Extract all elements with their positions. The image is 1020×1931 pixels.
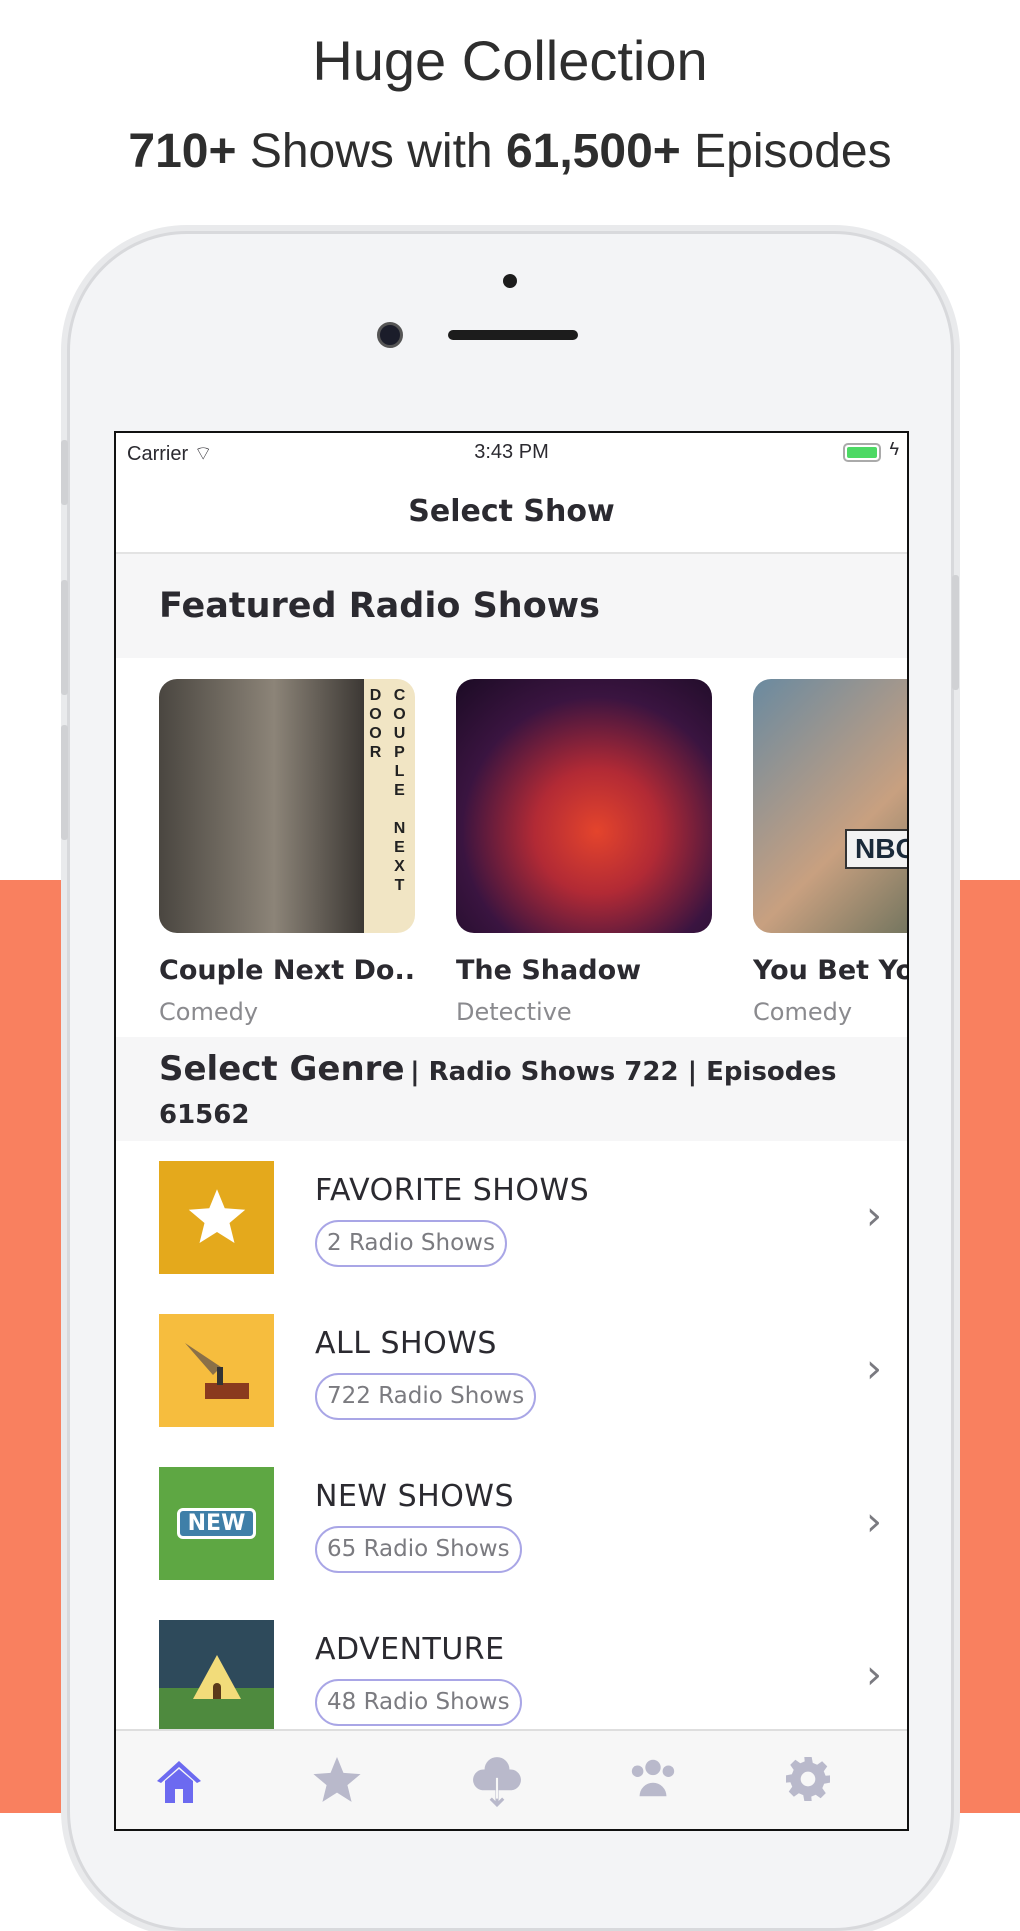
phone-button bbox=[61, 580, 68, 695]
speaker bbox=[448, 330, 578, 340]
phone-button bbox=[61, 440, 68, 505]
phone-button bbox=[61, 725, 68, 840]
app-screen: Carrier ⌔ 3:43 PM ϟ Select Show Featured… bbox=[114, 431, 909, 1831]
genre-row-all[interactable]: ALL SHOWS 722 Radio Shows › bbox=[116, 1294, 907, 1447]
tab-downloads[interactable] bbox=[470, 1757, 530, 1808]
show-title: Couple Next Do... bbox=[159, 955, 415, 986]
show-count-badge: 2 Radio Shows bbox=[315, 1220, 507, 1267]
phone-button bbox=[952, 575, 959, 690]
camera bbox=[377, 322, 403, 348]
show-genre: Detective bbox=[456, 998, 572, 1026]
genre-row-new[interactable]: NEW NEW SHOWS 65 Radio Shows › bbox=[116, 1447, 907, 1600]
status-time: 3:43 PM bbox=[474, 441, 549, 463]
show-genre: Comedy bbox=[753, 998, 853, 1026]
new-sign-icon: NEW bbox=[159, 1467, 274, 1580]
chevron-right-icon: › bbox=[866, 1193, 882, 1239]
show-artwork bbox=[456, 679, 712, 933]
star-icon bbox=[159, 1161, 274, 1274]
promo-subtitle: 710+ Shows with 61,500+ Episodes bbox=[128, 125, 892, 178]
chevron-right-icon: › bbox=[866, 1346, 882, 1392]
featured-card[interactable]: COUPLE NEXT DOOR Couple Next Do... Comed… bbox=[159, 679, 415, 1026]
sensor bbox=[503, 274, 517, 288]
chevron-right-icon: › bbox=[866, 1499, 882, 1545]
featured-header: Featured Radio Shows bbox=[116, 554, 907, 658]
featured-card[interactable]: NBC You Bet Yo Comedy bbox=[753, 679, 909, 1026]
tab-bar bbox=[116, 1729, 907, 1829]
cloud-download-icon bbox=[473, 1757, 521, 1808]
featured-card[interactable]: The Shadow Detective bbox=[456, 679, 712, 1026]
page-title: Select Show bbox=[116, 470, 907, 554]
genre-header: Select Genre | Radio Shows 722 | Episode… bbox=[116, 1037, 907, 1141]
show-count-badge: 65 Radio Shows bbox=[315, 1526, 522, 1573]
tab-favorites[interactable] bbox=[312, 1757, 372, 1807]
show-count-badge: 48 Radio Shows bbox=[315, 1679, 522, 1726]
users-icon bbox=[631, 1759, 675, 1797]
show-title: The Shadow bbox=[456, 955, 642, 986]
show-title: You Bet Yo bbox=[753, 955, 909, 986]
star-icon bbox=[313, 1757, 361, 1802]
show-artwork: NBC bbox=[753, 679, 907, 933]
tab-home[interactable] bbox=[154, 1757, 214, 1807]
featured-carousel[interactable]: COUPLE NEXT DOOR Couple Next Do... Comed… bbox=[116, 658, 907, 1037]
artwork-text: COUPLE NEXT DOOR bbox=[367, 687, 408, 896]
battery-icon bbox=[843, 443, 881, 462]
status-bar: Carrier ⌔ 3:43 PM ϟ bbox=[116, 433, 907, 470]
show-count-badge: 722 Radio Shows bbox=[315, 1373, 537, 1420]
promo-title: Huge Collection bbox=[312, 29, 708, 92]
tab-community[interactable] bbox=[628, 1757, 688, 1807]
artwork-text: NBC bbox=[845, 829, 907, 869]
show-artwork: COUPLE NEXT DOOR bbox=[159, 679, 415, 933]
gramophone-icon bbox=[159, 1314, 274, 1427]
charging-icon: ϟ bbox=[889, 439, 899, 459]
tent-icon bbox=[159, 1620, 274, 1733]
chevron-right-icon: › bbox=[866, 1652, 882, 1698]
gear-icon bbox=[786, 1757, 830, 1801]
genre-row-favorites[interactable]: FAVORITE SHOWS 2 Radio Shows › bbox=[116, 1141, 907, 1294]
tab-settings[interactable] bbox=[786, 1757, 846, 1807]
show-genre: Comedy bbox=[159, 998, 259, 1026]
home-icon bbox=[157, 1761, 201, 1803]
